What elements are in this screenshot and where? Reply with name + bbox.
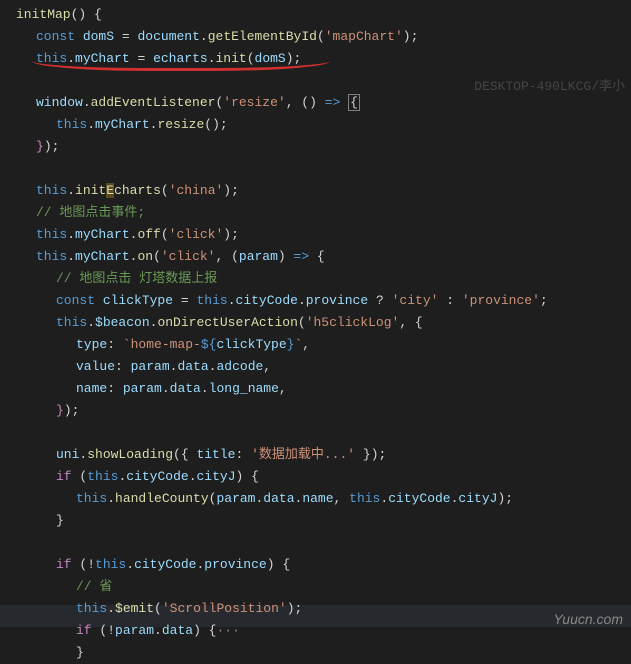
watermark-site: Yuucn.com: [553, 611, 623, 627]
code-line: if (!param.data) {···: [8, 620, 631, 642]
code-line: this.myChart.resize();: [8, 114, 631, 136]
code-line: type: `home-map-${clickType}`,: [8, 334, 631, 356]
code-line: [8, 422, 631, 444]
code-line: window.addEventListener('resize', () => …: [8, 92, 631, 114]
code-line: }: [8, 510, 631, 532]
code-line: // 地图点击 灯塔数据上报: [8, 268, 631, 290]
code-line: const clickType = this.cityCode.province…: [8, 290, 631, 312]
code-line: [8, 158, 631, 180]
code-line: }: [8, 642, 631, 664]
code-line: if (this.cityCode.cityJ) {: [8, 466, 631, 488]
code-line: });: [8, 400, 631, 422]
code-line: if (!this.cityCode.province) {: [8, 554, 631, 576]
code-editor[interactable]: initMap() { const domS = document.getEle…: [0, 0, 631, 664]
code-line: this.initEcharts('china');: [8, 180, 631, 202]
code-line: this.$beacon.onDirectUserAction('h5click…: [8, 312, 631, 334]
code-line: name: param.data.long_name,: [8, 378, 631, 400]
code-line: this.$emit('ScrollPosition');: [8, 598, 631, 620]
code-line: value: param.data.adcode,: [8, 356, 631, 378]
code-line: // 地图点击事件;: [8, 202, 631, 224]
code-line: // 省: [8, 576, 631, 598]
code-line: uni.showLoading({ title: '数据加载中...' });: [8, 444, 631, 466]
code-line: const domS = document.getElementById('ma…: [8, 26, 631, 48]
code-line: this.handleCounty(param.data.name, this.…: [8, 488, 631, 510]
code-line: [8, 532, 631, 554]
code-line: });: [8, 136, 631, 158]
code-line: initMap() {: [8, 4, 631, 26]
code-line: this.myChart.off('click');: [8, 224, 631, 246]
code-line: this.myChart.on('click', (param) => {: [8, 246, 631, 268]
watermark-desktop: DESKTOP-490LKCG/李小: [474, 75, 625, 94]
